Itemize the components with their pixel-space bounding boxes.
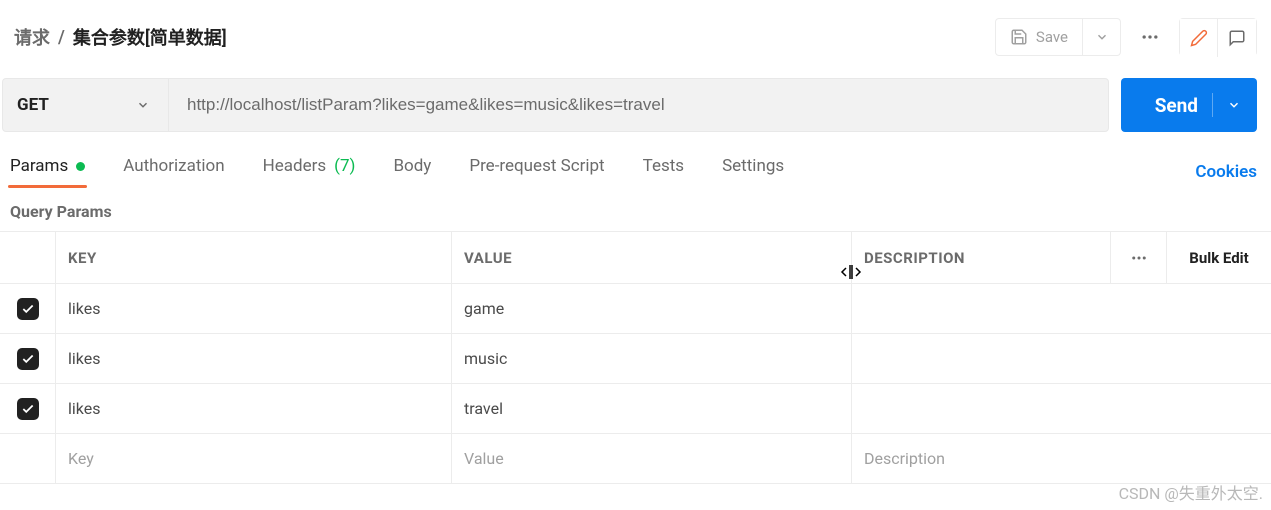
watermark: CSDN @失重外太空. bbox=[1119, 480, 1263, 504]
header-value: VALUE bbox=[452, 232, 852, 283]
header-key: KEY bbox=[56, 232, 452, 283]
tab-label: Headers bbox=[263, 156, 327, 176]
tabs: Params Authorization Headers (7) Body Pr… bbox=[8, 156, 786, 188]
row-value[interactable]: travel bbox=[452, 384, 852, 433]
view-actions bbox=[1179, 18, 1257, 56]
save-icon bbox=[1010, 28, 1028, 46]
tab-label: Authorization bbox=[123, 156, 224, 176]
header-bar: 请求 / 集合参数[简单数据] Save bbox=[0, 0, 1271, 70]
checkbox-checked-icon bbox=[17, 298, 39, 320]
row-description[interactable] bbox=[852, 384, 1271, 433]
row-key-placeholder[interactable]: Key bbox=[56, 434, 452, 483]
tabs-row: Params Authorization Headers (7) Body Pr… bbox=[0, 132, 1271, 188]
active-indicator-dot-icon bbox=[76, 162, 85, 171]
row-key[interactable]: likes bbox=[56, 284, 452, 333]
comment-icon bbox=[1228, 29, 1246, 47]
save-dropdown[interactable] bbox=[1082, 19, 1120, 55]
edit-button[interactable] bbox=[1180, 19, 1218, 57]
tab-label: Settings bbox=[722, 156, 784, 176]
tab-label: Tests bbox=[643, 156, 684, 176]
more-options-button[interactable] bbox=[1131, 18, 1169, 56]
breadcrumb-current[interactable]: 集合参数[简单数据] bbox=[73, 24, 227, 50]
comment-button[interactable] bbox=[1218, 19, 1256, 57]
headers-count: (7) bbox=[334, 156, 355, 176]
table-row: likes music bbox=[0, 334, 1271, 384]
chevron-down-icon bbox=[1095, 30, 1109, 44]
table-header-row: KEY VALUE DESCRIPTION Bulk Edit bbox=[0, 232, 1271, 284]
method-select[interactable]: GET bbox=[3, 79, 169, 131]
row-description[interactable] bbox=[852, 284, 1271, 333]
cookies-link[interactable]: Cookies bbox=[1195, 162, 1257, 182]
tab-headers[interactable]: Headers (7) bbox=[261, 156, 358, 188]
method-label: GET bbox=[17, 95, 49, 115]
save-button-group[interactable]: Save bbox=[995, 18, 1121, 56]
query-params-label: Query Params bbox=[0, 188, 1271, 231]
breadcrumb-separator: / bbox=[58, 27, 65, 48]
url-input[interactable] bbox=[169, 79, 1108, 131]
row-checkbox-cell[interactable] bbox=[0, 334, 56, 383]
tab-authorization[interactable]: Authorization bbox=[121, 156, 226, 188]
row-value-placeholder[interactable]: Value bbox=[452, 434, 852, 483]
table-row: likes game bbox=[0, 284, 1271, 334]
bulk-edit-button[interactable]: Bulk Edit bbox=[1167, 232, 1271, 283]
breadcrumb: 请求 / 集合参数[简单数据] bbox=[14, 24, 227, 50]
request-url-row: GET Send bbox=[2, 70, 1271, 132]
header-more[interactable] bbox=[1111, 232, 1167, 283]
save-button[interactable]: Save bbox=[996, 19, 1082, 55]
tab-label: Params bbox=[10, 156, 68, 176]
breadcrumb-parent[interactable]: 请求 bbox=[14, 24, 50, 50]
row-checkbox-cell bbox=[0, 434, 56, 483]
more-horizontal-icon bbox=[1140, 27, 1160, 47]
row-checkbox-cell[interactable] bbox=[0, 384, 56, 433]
method-url-group: GET bbox=[2, 78, 1109, 132]
chevron-down-icon bbox=[136, 98, 150, 112]
send-label: Send bbox=[1155, 94, 1198, 117]
tab-settings[interactable]: Settings bbox=[720, 156, 786, 188]
save-label: Save bbox=[1036, 28, 1068, 46]
tab-tests[interactable]: Tests bbox=[641, 156, 686, 188]
header-check-cell bbox=[0, 232, 56, 283]
send-dropdown[interactable] bbox=[1212, 93, 1241, 117]
header-description: DESCRIPTION bbox=[852, 232, 1111, 283]
tab-label: Body bbox=[393, 156, 431, 176]
row-checkbox-cell[interactable] bbox=[0, 284, 56, 333]
chevron-down-icon bbox=[1227, 98, 1241, 112]
tab-prerequest[interactable]: Pre-request Script bbox=[467, 156, 606, 188]
table-row-new[interactable]: Key Value Description bbox=[0, 434, 1271, 484]
params-table: KEY VALUE DESCRIPTION Bulk Edit likes ga… bbox=[0, 231, 1271, 484]
checkbox-checked-icon bbox=[17, 398, 39, 420]
tab-label: Pre-request Script bbox=[469, 156, 604, 176]
row-description-placeholder[interactable]: Description bbox=[852, 434, 1271, 483]
tab-body[interactable]: Body bbox=[391, 156, 433, 188]
row-key[interactable]: likes bbox=[56, 334, 452, 383]
send-button[interactable]: Send bbox=[1121, 78, 1257, 132]
tab-params[interactable]: Params bbox=[8, 156, 87, 188]
pencil-icon bbox=[1190, 29, 1208, 47]
header-actions: Save bbox=[995, 18, 1257, 56]
row-description[interactable] bbox=[852, 334, 1271, 383]
row-key[interactable]: likes bbox=[56, 384, 452, 433]
row-value[interactable]: game bbox=[452, 284, 852, 333]
checkbox-checked-icon bbox=[17, 348, 39, 370]
table-row: likes travel bbox=[0, 384, 1271, 434]
more-horizontal-icon bbox=[1130, 249, 1148, 267]
row-value[interactable]: music bbox=[452, 334, 852, 383]
